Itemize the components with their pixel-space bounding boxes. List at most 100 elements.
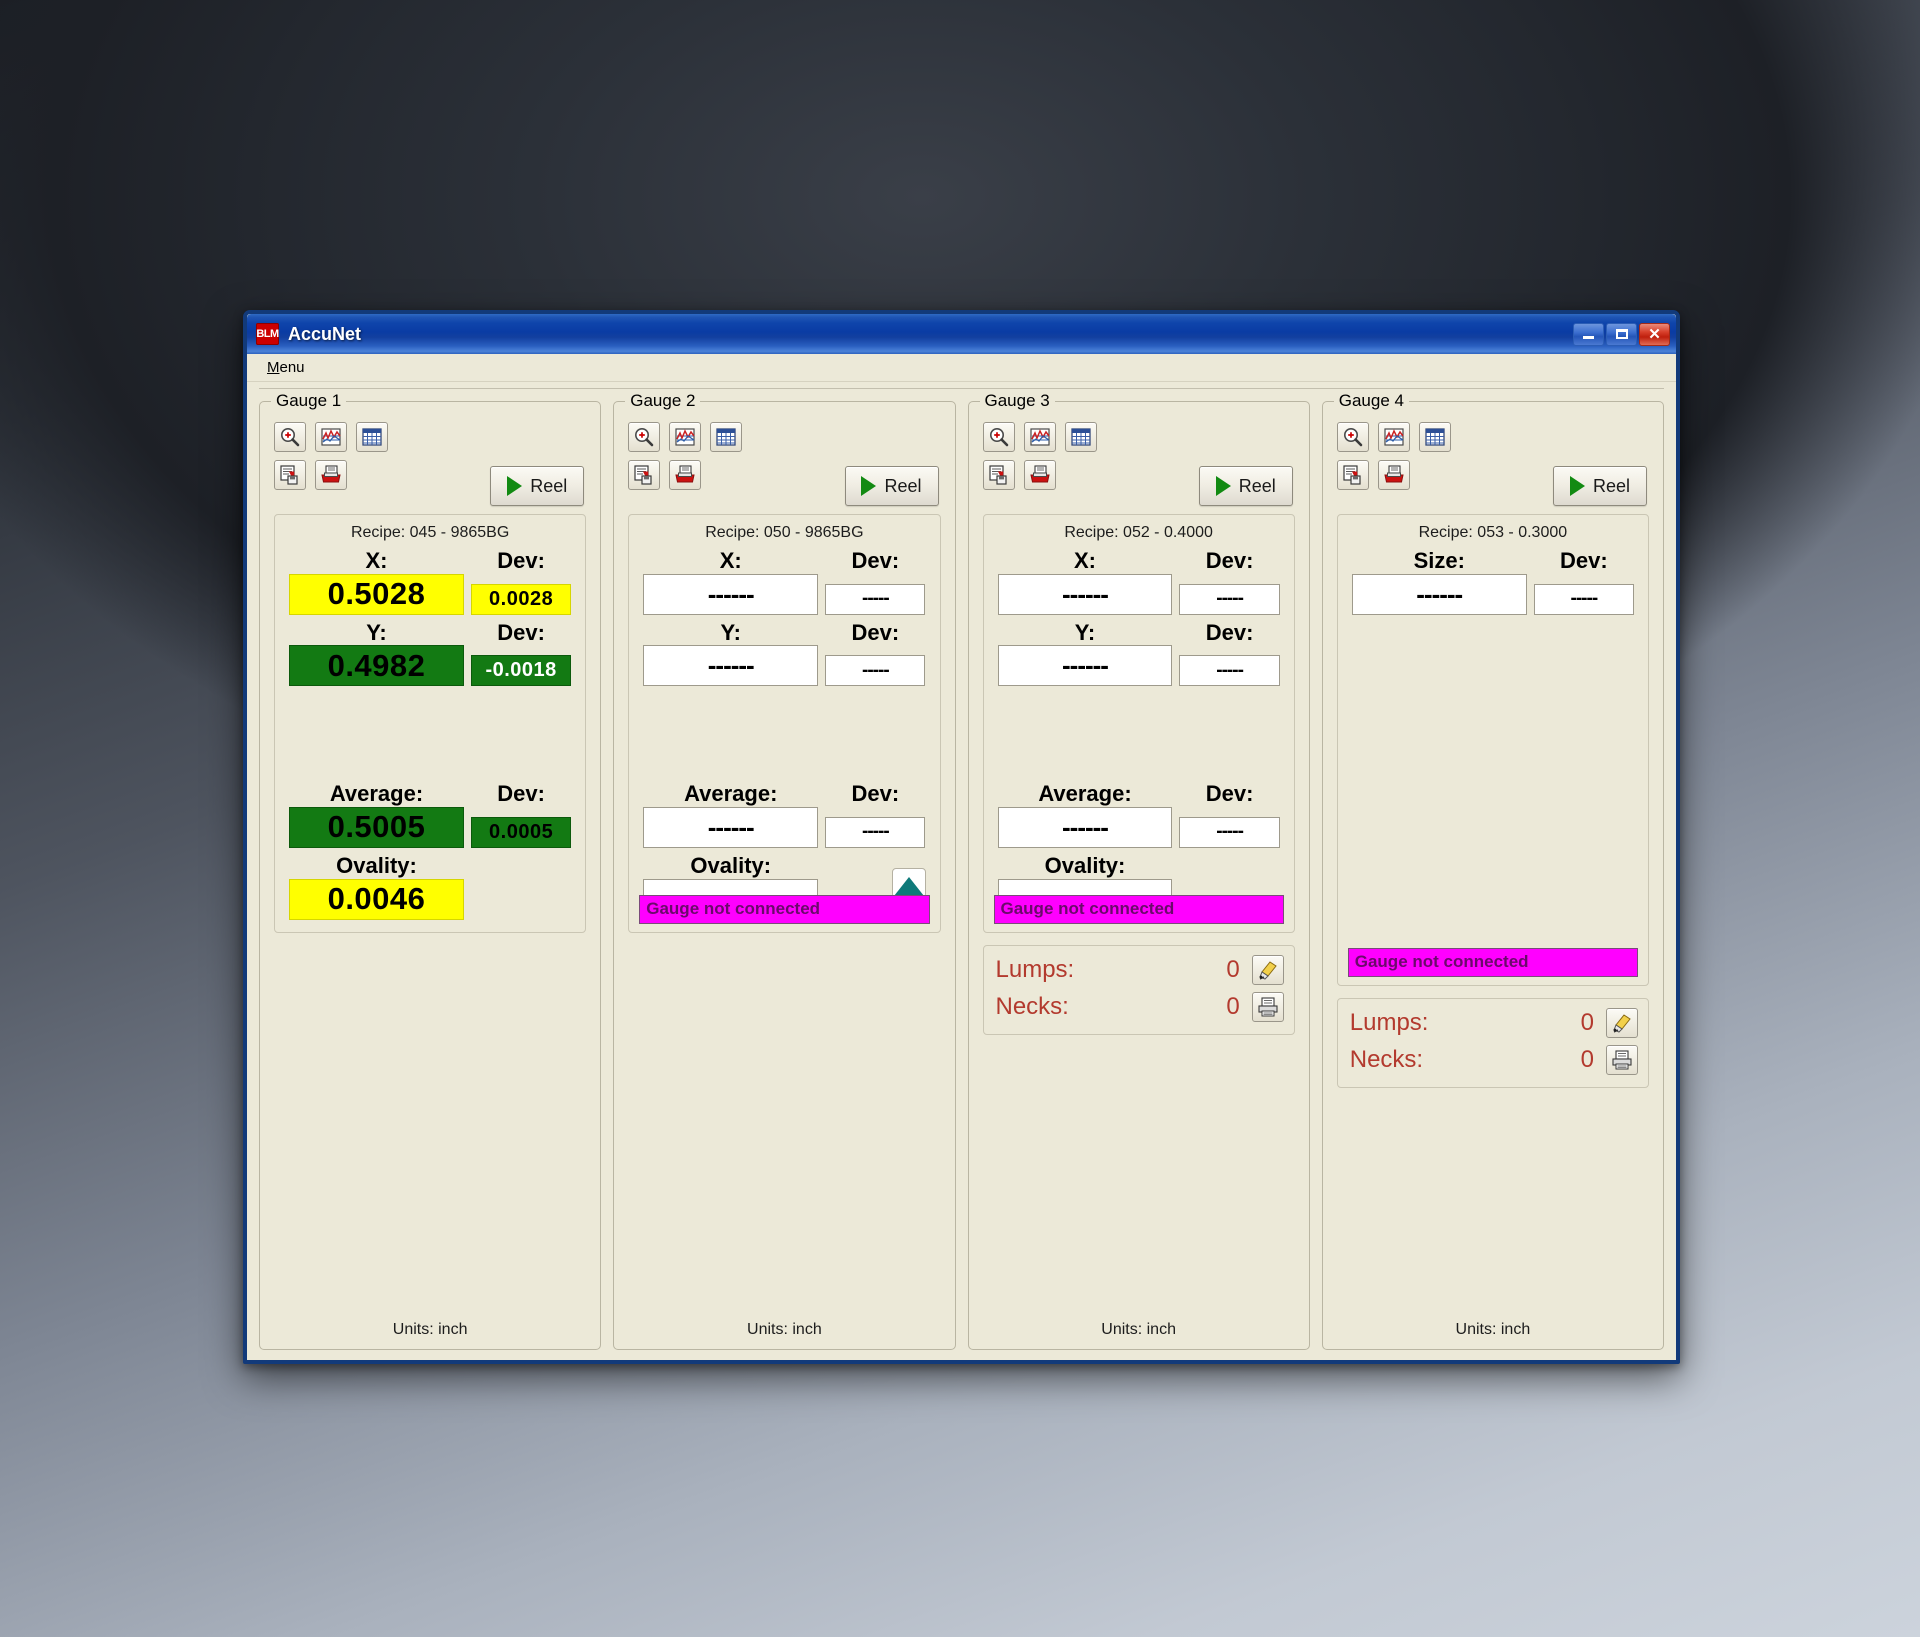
gauge-1-recipe: Recipe: 045 - 9865BG: [350, 524, 510, 541]
gauge-4-clear-lumps-button[interactable]: [1606, 1008, 1638, 1039]
window-controls: ✕: [1573, 322, 1672, 346]
title-bar[interactable]: BLM AccuNet ✕: [247, 314, 1676, 354]
gauge-4-table-button[interactable]: [1418, 422, 1451, 452]
gauge-1-table-button[interactable]: [356, 422, 388, 452]
gauge-2-legend: Gauge 2: [625, 391, 701, 411]
menu-accel-letter: M: [267, 359, 280, 376]
gauge-1-chart-button[interactable]: [315, 422, 347, 452]
gauge-2-zoom-in-button[interactable]: [628, 422, 661, 452]
gauge-4-size-label: Size:: [1413, 548, 1465, 573]
gauge-3-y-labels: Y: Dev:: [998, 620, 1280, 646]
gauge-3-avg-dev-value: -----: [1179, 816, 1280, 848]
gauge-4-zoom-in-button[interactable]: [1336, 422, 1369, 452]
gauge-3-ovality-label: Ovality:: [1044, 852, 1126, 878]
gauge-4-chart-button[interactable]: [1377, 422, 1410, 452]
menu-item-menu[interactable]: Menu: [261, 357, 311, 378]
gauge-3-x-dev-label: Dev:: [1205, 548, 1254, 573]
gauge-1-icon-row-1: [274, 422, 586, 452]
gauge-1-units: Units: inch: [392, 1321, 468, 1338]
menu-label-rest: enu: [279, 359, 305, 376]
gauge-4-units: Units: inch: [1455, 1321, 1531, 1338]
gauge-2-avg-dev-value: -----: [825, 816, 926, 848]
maximize-button[interactable]: [1606, 322, 1637, 346]
gauge-4-print-defects-button[interactable]: [1606, 1045, 1638, 1076]
gauge-2-scroll-up-button[interactable]: [891, 867, 926, 898]
gauge-1-avg-dev-value: 0.0005: [470, 816, 572, 848]
gauge-1-y-label: Y:: [366, 619, 387, 645]
gauge-3-print-defects-button[interactable]: [1251, 992, 1284, 1022]
gauge-2-reel-button[interactable]: Reel: [844, 466, 939, 506]
gauge-3-necks-label: Necks:: [995, 993, 1069, 1020]
gauge-4-print-button[interactable]: [1377, 460, 1410, 490]
gauge-4-recipe: Recipe: 053 - 0.3000: [1418, 524, 1568, 541]
gauge-2-spacer: [643, 686, 925, 782]
gauge-1-zoom-in-button[interactable]: [274, 422, 306, 452]
gauge-3-x-dev-value: -----: [1179, 583, 1280, 615]
gauge-1-reel-label: Reel: [530, 475, 568, 496]
gauge-3-readout: Recipe: 052 - 0.4000 X: Dev: ------ ----…: [982, 514, 1295, 933]
minimize-button[interactable]: [1573, 322, 1604, 346]
gauge-3-status-badge: Gauge not connected: [993, 895, 1284, 924]
minimize-icon: [1583, 336, 1594, 339]
gauge-2-table-button[interactable]: [710, 422, 743, 452]
gauge-2-x-value: ------: [643, 573, 819, 615]
gauge-3-chart-button[interactable]: [1023, 422, 1056, 452]
gauge-4-icon-row-1: [1336, 422, 1649, 452]
gauge-panel-1: Gauge 1 Reel Recipe: 045 - 9865BG X: Dev…: [259, 391, 602, 1350]
gauge-panel-2: Gauge 2 Reel Recipe: 050 - 9865BG X: Dev…: [613, 391, 956, 1350]
gauge-2-y-label: Y:: [720, 619, 741, 645]
close-button[interactable]: ✕: [1639, 322, 1670, 346]
gauge-2-y-values: ------ -----: [643, 645, 926, 687]
gauge-4-save-report-button[interactable]: [1336, 460, 1369, 490]
gauge-1-reel-button[interactable]: Reel: [490, 466, 585, 506]
gauge-2-chart-button[interactable]: [669, 422, 702, 452]
gauge-4-readout: Recipe: 053 - 0.3000 Size: Dev: ------ -…: [1336, 514, 1649, 986]
gauge-3-necks-row: Necks: 0: [996, 989, 1284, 1026]
gauge-2-y-value: ------: [643, 645, 819, 687]
gauge-2-y-labels: Y: Dev:: [643, 619, 925, 646]
maximize-icon: [1615, 329, 1628, 339]
gauge-2-units: Units: inch: [747, 1321, 822, 1338]
gauge-2-average-value: ------: [643, 806, 819, 848]
gauge-2-ovality-label: Ovality:: [690, 852, 772, 878]
gauge-4-necks-label: Necks:: [1349, 1046, 1424, 1074]
gauge-3-x-label: X:: [1073, 548, 1096, 573]
gauge-3-table-button[interactable]: [1064, 422, 1097, 452]
gauge-2-ovality-label-row: Ovality:: [643, 852, 925, 879]
gauge-1-print-button[interactable]: [315, 460, 347, 490]
gauge-3-legend: Gauge 3: [979, 391, 1055, 411]
gauge-3-spacer: [998, 686, 1280, 782]
gauge-2-print-button[interactable]: [669, 460, 702, 490]
gauge-4-reel-button[interactable]: Reel: [1553, 466, 1647, 506]
gauge-1-average-value: 0.5005: [289, 806, 464, 848]
gauge-2-avg-labels: Average: Dev:: [643, 782, 925, 807]
gauge-2-save-report-button[interactable]: [628, 460, 661, 490]
gauge-1-y-labels: Y: Dev:: [289, 619, 571, 646]
gauge-2-recipe: Recipe: 050 - 9865BG: [705, 524, 864, 541]
gauge-3-lumps-label: Lumps:: [995, 956, 1075, 983]
gauge-4-necks-row: Necks: 0: [1350, 1042, 1638, 1079]
gauge-1-x-label: X:: [365, 548, 388, 573]
gauge-4-size-value: ------: [1351, 573, 1527, 615]
gauge-3-reel-button[interactable]: Reel: [1198, 466, 1293, 506]
gauge-3-avg-dev-label: Dev:: [1205, 781, 1254, 807]
gauge-3-save-report-button[interactable]: [982, 460, 1015, 490]
gauge-3-average-value: ------: [997, 806, 1173, 848]
gauge-3-ovality-label-row: Ovality:: [998, 852, 1280, 879]
gauge-2-avg-values: ------ -----: [643, 806, 926, 848]
gauge-4-lumps-value: 0: [1580, 1009, 1594, 1037]
gauge-4-lumps-label: Lumps:: [1349, 1009, 1429, 1037]
gauge-3-print-button[interactable]: [1023, 460, 1056, 490]
gauge-1-save-report-button[interactable]: [274, 460, 306, 490]
gauge-4-size-dev-label: Dev:: [1560, 548, 1608, 573]
gauge-3-average-label: Average:: [1038, 781, 1132, 807]
gauge-3-clear-lumps-button[interactable]: [1251, 955, 1284, 985]
play-icon: [1215, 476, 1231, 496]
gauge-3-toolbar: Reel: [982, 422, 1295, 508]
play-icon: [507, 476, 523, 496]
gauge-1-x-dev-label: Dev:: [497, 548, 545, 573]
gauge-grid: Gauge 1 Reel Recipe: 045 - 9865BG X: Dev…: [259, 389, 1664, 1350]
gauge-2-x-labels: X: Dev:: [643, 548, 925, 574]
gauge-3-zoom-in-button[interactable]: [982, 422, 1015, 452]
close-icon: ✕: [1648, 325, 1661, 343]
